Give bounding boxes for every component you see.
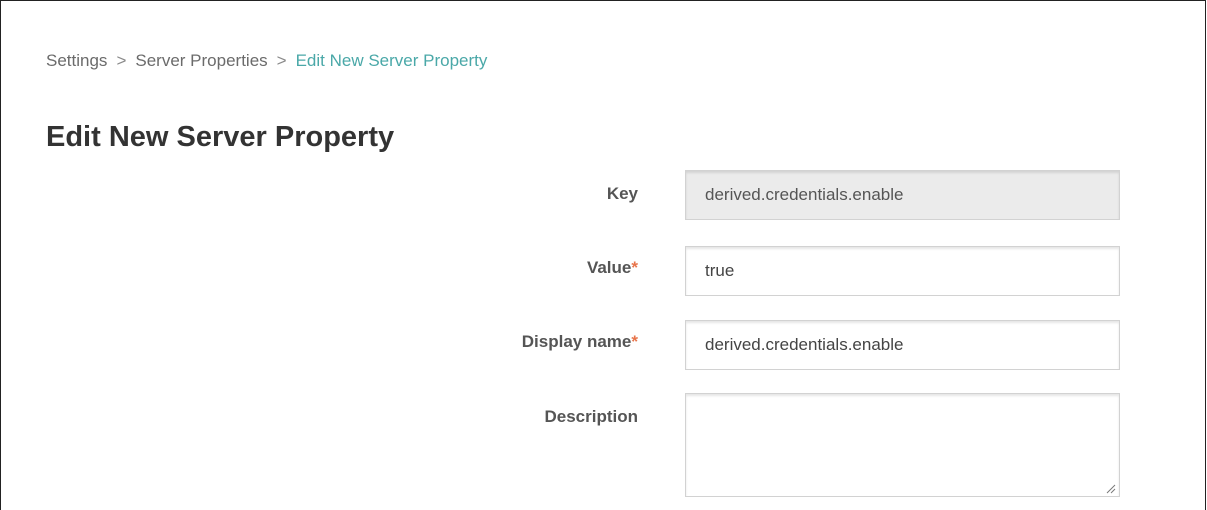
value-field[interactable] [685, 246, 1120, 296]
required-asterisk: * [631, 258, 638, 277]
required-asterisk: * [631, 332, 638, 351]
breadcrumb-settings[interactable]: Settings [46, 51, 107, 70]
description-label-text: Description [544, 407, 638, 426]
display-name-field[interactable] [685, 320, 1120, 370]
breadcrumb-separator: > [116, 51, 127, 70]
key-label: Key [607, 184, 638, 204]
display-name-label: Display name* [522, 332, 638, 352]
display-name-label-text: Display name [521, 332, 632, 351]
breadcrumb-server-properties[interactable]: Server Properties [135, 51, 267, 70]
breadcrumb: Settings > Server Properties > Edit New Serv… [46, 51, 487, 71]
value-label: Value* [587, 258, 638, 278]
page-title: Edit New Server Property [46, 121, 395, 153]
key-label-text: Key [606, 184, 638, 203]
description-field[interactable] [685, 393, 1120, 497]
breadcrumb-current: Edit New Server Property [295, 51, 488, 70]
key-field[interactable] [685, 170, 1120, 220]
description-label: Description [544, 407, 638, 427]
page-frame: Settings > Server Properties > Edit New Serv… [0, 0, 1206, 510]
breadcrumb-separator: > [276, 51, 287, 70]
value-label-text: Value [586, 258, 632, 277]
